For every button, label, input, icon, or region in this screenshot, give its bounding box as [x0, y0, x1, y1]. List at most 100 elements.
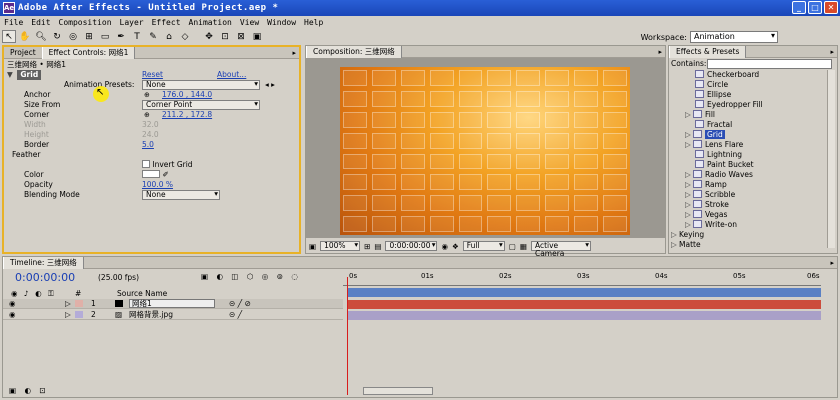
- pen-tool-icon[interactable]: ✒: [114, 30, 128, 43]
- effect-item[interactable]: ▷ Vegas: [685, 210, 727, 220]
- workspace-dropdown[interactable]: Animation: [690, 31, 778, 43]
- comp-timecode[interactable]: 0:00:00:00: [385, 241, 438, 251]
- puppet-tool-icon[interactable]: ✥: [202, 30, 216, 43]
- type-tool-icon[interactable]: T: [130, 30, 144, 43]
- about-link[interactable]: About...: [217, 70, 246, 80]
- reset-link[interactable]: Reset: [142, 70, 163, 80]
- snapshot-icon[interactable]: ▤: [374, 242, 381, 251]
- category-matte[interactable]: ▷ Matte: [671, 240, 701, 250]
- effect-item[interactable]: Paint Bucket: [695, 160, 754, 170]
- color-channels-icon[interactable]: ❖: [452, 242, 459, 251]
- timeline-timecode[interactable]: 0:00:00:00: [15, 272, 75, 284]
- layer-2-duration-bar[interactable]: [347, 311, 821, 320]
- param-feather-label[interactable]: Feather: [12, 150, 41, 160]
- close-button[interactable]: ✕: [824, 1, 838, 14]
- contains-search-input[interactable]: [707, 59, 832, 69]
- preset-nav-icons[interactable]: ◂ ▸: [265, 80, 275, 90]
- panel-menu-icon[interactable]: ▸: [292, 49, 296, 57]
- menu-effect[interactable]: Effect: [148, 18, 185, 27]
- camera-view-dropdown[interactable]: Active Camera: [530, 241, 591, 258]
- effect-item[interactable]: Circle: [695, 80, 728, 90]
- timeline-switch-icons[interactable]: ▣ ◐ ◫ ⬡ ◎ ⊚ ◌: [201, 272, 301, 282]
- effect-item[interactable]: ▷ Write-on: [685, 220, 737, 230]
- menu-view[interactable]: View: [236, 18, 263, 27]
- timeline-bottom-icons[interactable]: ▣ ◐ ⊡: [9, 386, 49, 396]
- effect-item[interactable]: ▷ Stroke: [685, 200, 729, 210]
- layer-1-duration-bar[interactable]: [347, 300, 821, 309]
- rotate-tool-icon[interactable]: ↻: [50, 30, 64, 43]
- expand-triangle-icon[interactable]: ▷: [65, 310, 71, 320]
- effect-name[interactable]: Grid: [17, 70, 42, 80]
- effects-scrollbar[interactable]: [827, 70, 835, 248]
- invert-grid-checkbox[interactable]: Invert Grid: [142, 160, 193, 170]
- orbit-camera-icon[interactable]: ◎: [66, 30, 80, 43]
- tab-effect-controls[interactable]: Effect Controls: 网络1: [41, 46, 136, 59]
- layer-switches[interactable]: ⊝ ╱: [229, 310, 242, 320]
- effect-item[interactable]: ▷ Lens Flare: [685, 140, 743, 150]
- safe-zones-icon[interactable]: ⊞: [364, 242, 370, 251]
- crosshair-icon[interactable]: ⊕: [144, 90, 150, 100]
- zoom-tool-icon[interactable]: 🔍︎: [34, 30, 48, 43]
- param-border-value[interactable]: 5.0: [142, 140, 154, 150]
- tab-effects-presets[interactable]: Effects & Presets: [669, 45, 747, 58]
- minimize-button[interactable]: _: [792, 1, 806, 14]
- effect-item[interactable]: Eyedropper Fill: [695, 100, 763, 110]
- effect-item[interactable]: ▷ Ramp: [685, 180, 727, 190]
- menu-file[interactable]: File: [0, 18, 27, 27]
- eraser-tool-icon[interactable]: ◇: [178, 30, 192, 43]
- effect-item[interactable]: Lightning: [695, 150, 742, 160]
- expand-triangle-icon[interactable]: ▷: [65, 299, 71, 309]
- selection-tool-icon[interactable]: ↖: [2, 30, 16, 43]
- menu-edit[interactable]: Edit: [27, 18, 54, 27]
- zoom-dropdown[interactable]: 100%: [320, 241, 361, 251]
- world-axis-icon[interactable]: ⊠: [234, 30, 248, 43]
- video-eye-icon[interactable]: ◉: [9, 310, 16, 320]
- effect-item[interactable]: Checkerboard: [695, 70, 759, 80]
- layer-name[interactable]: 网络1: [129, 299, 215, 308]
- camera-icon[interactable]: ◉: [441, 242, 448, 251]
- color-swatch[interactable]: ✐: [142, 170, 169, 180]
- clone-stamp-icon[interactable]: ⌂: [162, 30, 176, 43]
- panel-menu-icon[interactable]: ▸: [830, 259, 834, 267]
- crosshair-icon[interactable]: ⊕: [144, 110, 150, 120]
- collapse-triangle-icon[interactable]: ▼: [7, 70, 15, 80]
- menu-layer[interactable]: Layer: [116, 18, 148, 27]
- zoom-slider[interactable]: [363, 387, 433, 395]
- table-row[interactable]: ◉ ▷ 2 ▨ 网格背景.jpg ⊝ ╱: [3, 310, 343, 320]
- maximize-button[interactable]: □: [808, 1, 822, 14]
- layer-switches[interactable]: ⊝ ╱ ⊘: [229, 299, 251, 309]
- category-keying[interactable]: ▷ Keying: [671, 230, 704, 240]
- hand-tool-icon[interactable]: ✋: [18, 30, 32, 43]
- work-area-bar[interactable]: [347, 288, 821, 297]
- always-preview-icon[interactable]: ▣: [309, 242, 316, 251]
- param-corner-value[interactable]: 211.2 , 172.8: [162, 110, 212, 120]
- pan-behind-icon[interactable]: ⊞: [82, 30, 96, 43]
- menu-window[interactable]: Window: [263, 18, 300, 27]
- param-anchor-value[interactable]: 176.0 , 144.0: [162, 90, 212, 100]
- layer-label-color[interactable]: [75, 300, 83, 307]
- effect-item[interactable]: ▷ Scribble: [685, 190, 735, 200]
- param-opacity-value[interactable]: 100.0 %: [142, 180, 173, 190]
- panel-menu-icon[interactable]: ▸: [658, 48, 662, 56]
- tab-project[interactable]: Project: [4, 47, 42, 59]
- size-from-dropdown[interactable]: Corner Point: [142, 100, 260, 110]
- mask-tool-icon[interactable]: ▭: [98, 30, 112, 43]
- blending-mode-dropdown[interactable]: None: [142, 190, 220, 200]
- tab-composition[interactable]: Composition: 三维网络: [306, 45, 402, 58]
- tab-timeline[interactable]: Timeline: 三维网络: [3, 256, 84, 269]
- transparency-grid-icon[interactable]: ▦: [520, 242, 527, 251]
- effect-item-selected[interactable]: ▷ Grid: [685, 130, 725, 140]
- menu-composition[interactable]: Composition: [55, 18, 116, 27]
- layer-name[interactable]: 网格背景.jpg: [129, 310, 173, 320]
- view-axis-icon[interactable]: ▣: [250, 30, 264, 43]
- video-eye-icon[interactable]: ◉: [9, 299, 16, 309]
- effect-item[interactable]: Ellipse: [695, 90, 731, 100]
- table-row[interactable]: ◉ ▷ 1 网络1 ⊝ ╱ ⊘: [3, 299, 343, 309]
- axis-mode-icon[interactable]: ⊡: [218, 30, 232, 43]
- time-ruler[interactable]: 0s 01s 02s 03s 04s 05s 06s: [343, 272, 821, 286]
- region-of-interest-icon[interactable]: ▢: [509, 242, 516, 251]
- menu-animation[interactable]: Animation: [185, 18, 236, 27]
- resolution-dropdown[interactable]: Full: [462, 241, 505, 251]
- effect-item[interactable]: ▷ Radio Waves: [685, 170, 753, 180]
- eyedropper-icon[interactable]: ✐: [162, 170, 168, 179]
